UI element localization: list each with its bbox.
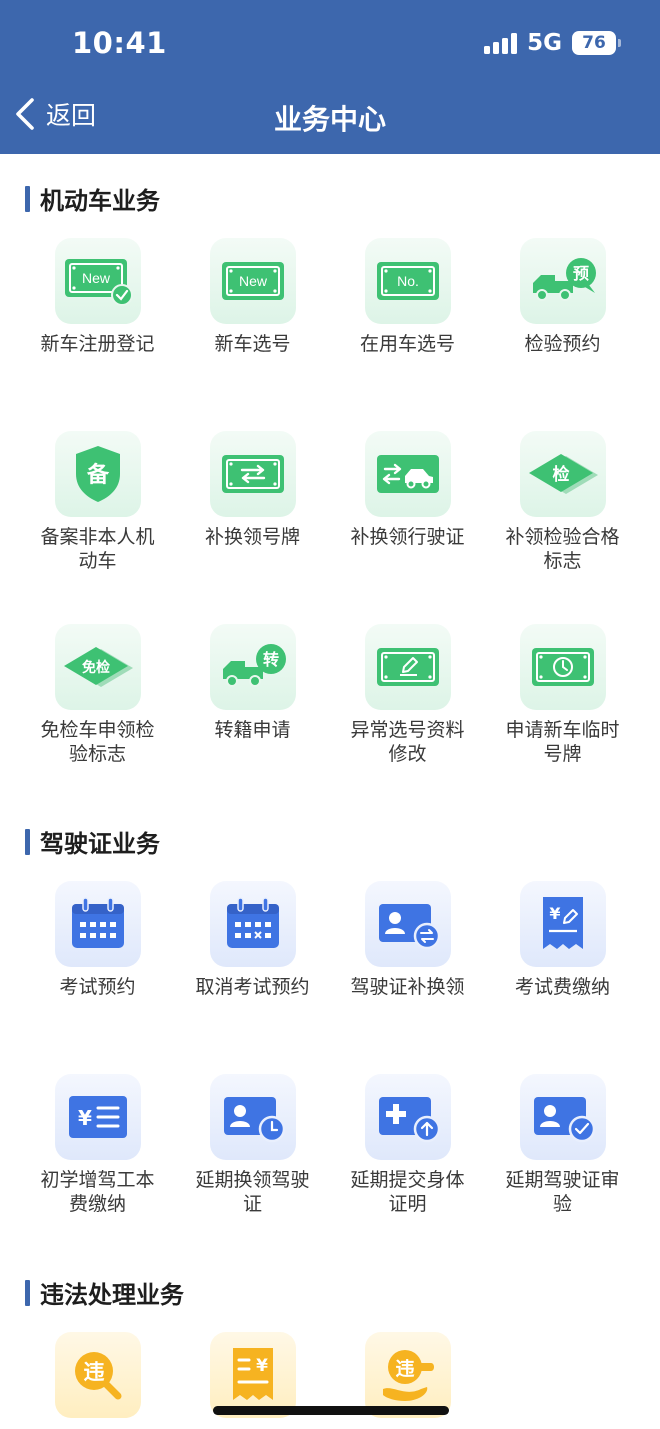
status-time: 10:41 bbox=[72, 26, 167, 60]
service-label: 补领检验合格标志 bbox=[505, 526, 620, 572]
icon-glyph: ¥ bbox=[78, 1106, 92, 1130]
service-label: 转籍申请 bbox=[214, 719, 291, 741]
new-plate-check-icon: New bbox=[64, 259, 133, 306]
icon-glyph: 备 bbox=[85, 462, 109, 488]
license-clock-icon bbox=[223, 1097, 285, 1143]
service-cancel-exam[interactable]: 取消考试预约 bbox=[175, 881, 330, 1074]
service-label: 考试费缴纳 bbox=[514, 976, 610, 998]
section-title-vehicle: 机动车业务 bbox=[25, 181, 160, 216]
fee-list-icon: ¥ bbox=[68, 1096, 127, 1138]
service-label: 延期驾驶证审验 bbox=[505, 1169, 620, 1215]
service-used-car-number[interactable]: No. 在用车选号 bbox=[330, 238, 485, 431]
license-exchange-icon bbox=[378, 904, 440, 950]
service-label: 驾驶证补换领 bbox=[350, 976, 465, 998]
service-replace-plate[interactable]: 补换领号牌 bbox=[175, 431, 330, 624]
license-check-icon bbox=[533, 1097, 595, 1143]
icon-glyph: ¥ bbox=[256, 1356, 268, 1376]
icon-glyph: 检 bbox=[552, 464, 569, 485]
home-indicator bbox=[213, 1406, 449, 1415]
icon-glyph: 违 bbox=[83, 1360, 104, 1384]
car-exchange-icon bbox=[376, 455, 439, 493]
service-label: 新车选号 bbox=[214, 333, 291, 355]
service-new-car-registration[interactable]: New 新车注册登记 bbox=[20, 238, 175, 431]
service-label: 在用车选号 bbox=[359, 333, 455, 355]
shield-record-icon: 备 bbox=[75, 446, 120, 502]
new-plate-icon: New bbox=[221, 262, 284, 300]
calendar-cancel-icon bbox=[226, 897, 279, 948]
violation-search-icon: 违 bbox=[74, 1352, 121, 1400]
plate-clock-icon bbox=[531, 648, 594, 686]
service-label: 补换领行驶证 bbox=[350, 526, 465, 548]
license-services-grid: 考试预约 取消考试预约 驾驶证补换领 ¥ 考试费缴纳 ¥ 初学增驾工本费缴纳 延… bbox=[20, 881, 640, 1267]
service-exam-fee-payment[interactable]: ¥ 考试费缴纳 bbox=[485, 881, 640, 1074]
plate-glyph: New bbox=[81, 270, 110, 286]
page-title: 业务中心 bbox=[273, 103, 386, 136]
service-replace-vehicle-license[interactable]: 补换领行驶证 bbox=[330, 431, 485, 624]
calendar-icon bbox=[71, 897, 124, 948]
service-new-car-number[interactable]: New 新车选号 bbox=[175, 238, 330, 431]
service-label: 新车注册登记 bbox=[40, 333, 155, 355]
service-label: 延期换领驾驶证 bbox=[195, 1169, 310, 1215]
icon-glyph: ¥ bbox=[549, 904, 560, 923]
battery-icon: 76 bbox=[572, 31, 621, 55]
service-label: 异常选号资料修改 bbox=[350, 719, 465, 765]
service-label: 考试预约 bbox=[59, 976, 136, 998]
vehicle-services-grid: New 新车注册登记 New 新车选号 No. 在用车选号 预 检验预约 备 备… bbox=[20, 238, 640, 817]
number-plate-icon: No. bbox=[376, 262, 439, 300]
service-label: 补换领号牌 bbox=[204, 526, 300, 548]
service-replace-driving-license[interactable]: 驾驶证补换领 bbox=[330, 881, 485, 1074]
service-transfer-application[interactable]: 转 转籍申请 bbox=[175, 624, 330, 817]
service-violation-query[interactable]: 违 bbox=[20, 1332, 175, 1429]
fine-receipt-icon: ¥ bbox=[232, 1348, 273, 1400]
plate-glyph: New bbox=[238, 273, 267, 289]
service-delay-medical-proof[interactable]: 延期提交身体证明 bbox=[330, 1074, 485, 1267]
service-beginner-fee-payment[interactable]: ¥ 初学增驾工本费缴纳 bbox=[20, 1074, 175, 1267]
service-inspection-appointment[interactable]: 预 检验预约 bbox=[485, 238, 640, 431]
service-label: 备案非本人机动车 bbox=[40, 526, 155, 572]
service-delay-license-review[interactable]: 延期驾驶证审验 bbox=[485, 1074, 640, 1267]
status-indicators: 5G 76 bbox=[484, 30, 621, 56]
icon-glyph: 转 bbox=[262, 650, 278, 669]
service-replace-inspection-mark[interactable]: 检 补领检验合格标志 bbox=[485, 431, 640, 624]
service-label: 免检车申领检验标志 bbox=[40, 719, 155, 765]
inspection-diamond-icon: 检 bbox=[528, 454, 598, 494]
service-record-vehicle[interactable]: 备 备案非本人机动车 bbox=[20, 431, 175, 624]
icon-glyph: 免检 bbox=[82, 659, 110, 676]
service-delay-license-renewal[interactable]: 延期换领驾驶证 bbox=[175, 1074, 330, 1267]
service-temporary-plate[interactable]: 申请新车临时号牌 bbox=[485, 624, 640, 817]
service-exempt-inspection-mark[interactable]: 免检 免检车申领检验标志 bbox=[20, 624, 175, 817]
service-label: 初学增驾工本费缴纳 bbox=[40, 1169, 155, 1215]
network-type: 5G bbox=[527, 30, 562, 56]
service-label: 取消考试预约 bbox=[195, 976, 310, 998]
fee-receipt-icon: ¥ bbox=[542, 897, 583, 949]
service-label: 延期提交身体证明 bbox=[350, 1169, 465, 1215]
exempt-diamond-icon: 免检 bbox=[63, 647, 133, 687]
plate-exchange-icon bbox=[221, 455, 284, 493]
medical-upload-icon bbox=[378, 1097, 440, 1143]
header: 10:41 5G 76 返回 业务中心 bbox=[0, 0, 660, 154]
service-abnormal-number-edit[interactable]: 异常选号资料修改 bbox=[330, 624, 485, 817]
truck-transfer-icon: 转 bbox=[222, 644, 286, 687]
truck-appointment-icon: 预 bbox=[532, 258, 596, 301]
plate-edit-icon bbox=[376, 648, 439, 686]
icon-glyph: 预 bbox=[572, 264, 588, 283]
service-label: 申请新车临时号牌 bbox=[505, 719, 620, 765]
service-label: 检验预约 bbox=[524, 333, 601, 355]
section-title-license: 驾驶证业务 bbox=[25, 824, 160, 859]
signal-icon bbox=[484, 32, 518, 54]
violation-hand-icon: 违 bbox=[382, 1350, 434, 1401]
icon-glyph: 违 bbox=[395, 1358, 414, 1380]
service-exam-appointment[interactable]: 考试预约 bbox=[20, 881, 175, 1074]
plate-glyph: No. bbox=[397, 273, 419, 289]
section-title-violation: 违法处理业务 bbox=[25, 1275, 184, 1310]
